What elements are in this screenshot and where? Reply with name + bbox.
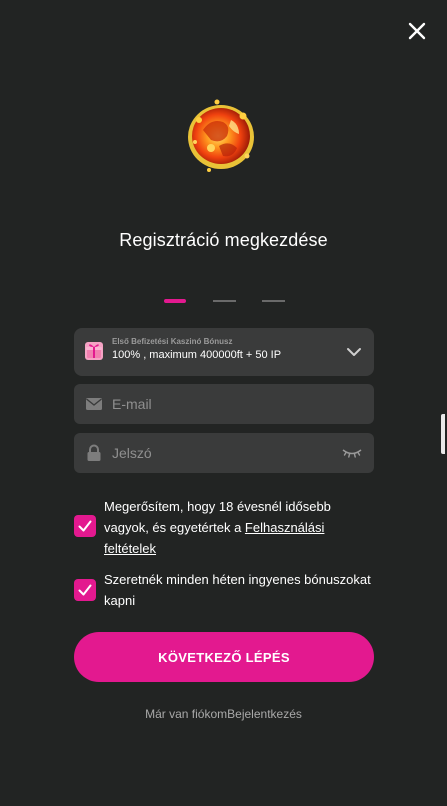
login-prompt-text: Már van fiókom — [145, 707, 228, 721]
modal-title: Regisztráció megkezdése — [119, 230, 328, 250]
close-button[interactable] — [406, 20, 428, 42]
next-step-button[interactable]: KÖVETKEZŐ LÉPÉS — [74, 632, 374, 682]
scrollbar-thumb[interactable] — [441, 414, 445, 454]
fireball-icon — [188, 99, 254, 172]
newsletter-text: Szeretnék minden héten ingyenes bónuszok… — [104, 572, 371, 608]
newsletter-checkbox[interactable] — [74, 579, 96, 601]
lock-icon — [87, 444, 101, 461]
step-1-active — [164, 299, 186, 303]
eye-closed-icon[interactable] — [342, 447, 362, 459]
step-2 — [213, 300, 236, 302]
close-icon — [408, 22, 426, 40]
bonus-caption: Első Befizetési Kaszinó Bónusz — [112, 337, 233, 346]
terms-text: Megerősítem, hogy 18 évesnél idősebb vag… — [104, 496, 376, 559]
checkmark-icon — [78, 520, 92, 532]
login-link[interactable]: Bejelentkezés — [227, 707, 302, 721]
bonus-value: 100% , maximum 400000ft + 50 IP — [112, 349, 282, 361]
envelope-icon — [86, 398, 102, 410]
gift-icon — [85, 342, 103, 360]
email-field — [74, 384, 374, 424]
checkmark-icon — [78, 584, 92, 596]
email-input[interactable] — [112, 384, 332, 424]
chevron-down-icon — [347, 348, 361, 356]
bonus-dropdown[interactable]: Első Befizetési Kaszinó Bónusz 100% , ma… — [74, 328, 374, 376]
terms-checkbox[interactable] — [74, 515, 96, 537]
login-prompt: Már van fiókomBejelentkezés — [0, 707, 447, 721]
password-field — [74, 433, 374, 473]
password-input[interactable] — [112, 433, 332, 473]
fireball-illustration — [181, 90, 261, 180]
step-3 — [262, 300, 285, 302]
step-indicator — [0, 299, 447, 303]
